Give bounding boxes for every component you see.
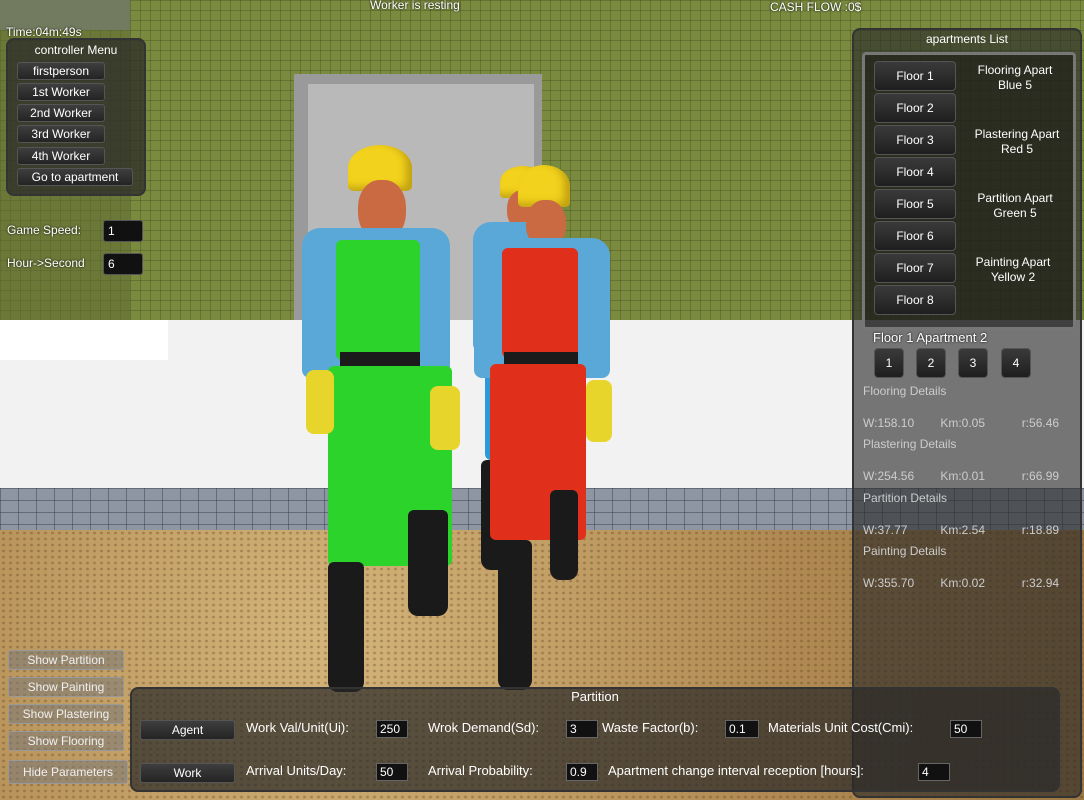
arrival-probability-input[interactable]: 0.9 [566, 763, 598, 781]
flooring-details-row: W:158.10 Km:0.05 r:56.46 [863, 416, 1059, 430]
worker-green[interactable] [300, 140, 470, 700]
painting-r: r:32.94 [1021, 576, 1060, 590]
show-flooring-button[interactable]: Show Flooring [8, 731, 124, 751]
hide-parameters-button[interactable]: Hide Parameters [8, 760, 128, 784]
flooring-km: Km:0.05 [940, 416, 986, 430]
painting-apart-value: Yellow 2 [990, 270, 1036, 284]
worker-boot [408, 510, 448, 616]
floor-8-button[interactable]: Floor 8 [874, 285, 956, 315]
worker-glove [306, 370, 334, 434]
materials-cost-input[interactable]: 50 [950, 720, 982, 738]
flooring-details-title: Flooring Details [863, 384, 947, 398]
floor-6-button[interactable]: Floor 6 [874, 221, 956, 251]
partition-w: W:37.77 [863, 523, 908, 537]
worker-boot [328, 562, 364, 692]
plastering-km: Km:0.01 [940, 469, 986, 483]
plastering-apart-info: Plastering Apart Red 5 [962, 127, 1072, 157]
plastering-details-title: Plastering Details [863, 437, 957, 451]
work-val-label: Work Val/Unit(Ui): [246, 720, 349, 735]
game-timer: Time:04m:49s [6, 25, 82, 39]
apartment-4-button[interactable]: 4 [1001, 348, 1031, 378]
apartment-3-button[interactable]: 3 [958, 348, 988, 378]
show-partition-button[interactable]: Show Partition [8, 650, 124, 670]
worker-glove [430, 386, 460, 450]
floor-3-button[interactable]: Floor 3 [874, 125, 956, 155]
hour-second-label: Hour->Second [7, 256, 85, 270]
work-val-input[interactable]: 250 [376, 720, 408, 738]
work-demand-input[interactable]: 3 [566, 720, 598, 738]
arrival-units-input[interactable]: 50 [376, 763, 408, 781]
worker-2-button[interactable]: 2nd Worker [17, 104, 105, 122]
partition-details-row: W:37.77 Km:2.54 r:18.89 [863, 523, 1059, 537]
partition-apart-label: Partition Apart [977, 191, 1053, 205]
painting-km: Km:0.02 [940, 576, 986, 590]
flooring-w: W:158.10 [863, 416, 915, 430]
interval-label: Apartment change interval reception [hou… [608, 763, 864, 778]
waste-factor-input[interactable]: 0.1 [725, 720, 759, 738]
plastering-r: r:66.99 [1021, 469, 1060, 483]
plastering-apart-value: Red 5 [1000, 142, 1034, 156]
worker-glove [586, 380, 612, 442]
plastering-apart-label: Plastering Apart [974, 127, 1060, 141]
apartment-1-button[interactable]: 1 [874, 348, 904, 378]
game-speed-input[interactable]: 1 [103, 220, 143, 242]
worker-4-button[interactable]: 4th Worker [17, 147, 105, 165]
worker-1-button[interactable]: 1st Worker [17, 83, 105, 101]
worker-3-button[interactable]: 3rd Worker [17, 125, 105, 143]
controller-menu-title: controller Menu [34, 43, 118, 57]
painting-details-row: W:355.70 Km:0.02 r:32.94 [863, 576, 1059, 590]
parameters-title: Partition [571, 689, 619, 704]
game-speed-label: Game Speed: [7, 223, 82, 237]
worker-boot [550, 490, 578, 580]
go-to-apartment-button[interactable]: Go to apartment [17, 168, 133, 186]
partition-apart-info: Partition Apart Green 5 [960, 191, 1070, 221]
worker-overalls [502, 248, 578, 358]
flooring-apart-info: Flooring Apart Blue 5 [960, 63, 1070, 93]
partition-apart-value: Green 5 [993, 206, 1037, 220]
show-plastering-button[interactable]: Show Plastering [8, 704, 124, 724]
floor-1-button[interactable]: Floor 1 [874, 61, 956, 91]
worker-red[interactable] [468, 160, 618, 700]
show-painting-button[interactable]: Show Painting [8, 677, 124, 697]
floor-slab-left [0, 320, 168, 360]
plastering-details-row: W:254.56 Km:0.01 r:66.99 [863, 469, 1059, 483]
floor-5-button[interactable]: Floor 5 [874, 189, 956, 219]
waste-factor-label: Waste Factor(b): [602, 720, 699, 735]
painting-apart-info: Painting Apart Yellow 2 [958, 255, 1068, 285]
floor-2-button[interactable]: Floor 2 [874, 93, 956, 123]
partition-km: Km:2.54 [940, 523, 986, 537]
plastering-w: W:254.56 [863, 469, 915, 483]
partition-details-title: Partition Details [863, 491, 948, 505]
work-button[interactable]: Work [140, 763, 235, 783]
worker-boot [498, 540, 532, 690]
selected-apartment-label: Floor 1 Apartment 2 [873, 330, 988, 345]
flooring-r: r:56.46 [1021, 416, 1060, 430]
apartment-2-button[interactable]: 2 [916, 348, 946, 378]
painting-w: W:355.70 [863, 576, 915, 590]
flooring-apart-value: Blue 5 [997, 78, 1033, 92]
cash-flow: CASH FLOW :0$ [770, 0, 862, 14]
painting-apart-label: Painting Apart [975, 255, 1051, 269]
agent-button[interactable]: Agent [140, 720, 235, 740]
worker-overalls [336, 240, 420, 360]
firstperson-button[interactable]: firstperson [17, 62, 105, 80]
floor-4-button[interactable]: Floor 4 [874, 157, 956, 187]
work-demand-label: Wrok Demand(Sd): [428, 720, 540, 735]
flooring-apart-label: Flooring Apart [977, 63, 1053, 77]
arrival-units-label: Arrival Units/Day: [246, 763, 347, 778]
painting-details-title: Painting Details [863, 544, 947, 558]
interval-input[interactable]: 4 [918, 763, 950, 781]
floor-7-button[interactable]: Floor 7 [874, 253, 956, 283]
partition-r: r:18.89 [1021, 523, 1060, 537]
hour-second-input[interactable]: 6 [103, 253, 143, 275]
materials-cost-label: Materials Unit Cost(Cmi): [768, 720, 914, 735]
worker-status: Worker is resting [370, 0, 460, 12]
arrival-probability-label: Arrival Probability: [428, 763, 533, 778]
apartments-list-title: apartments List [925, 32, 1009, 46]
